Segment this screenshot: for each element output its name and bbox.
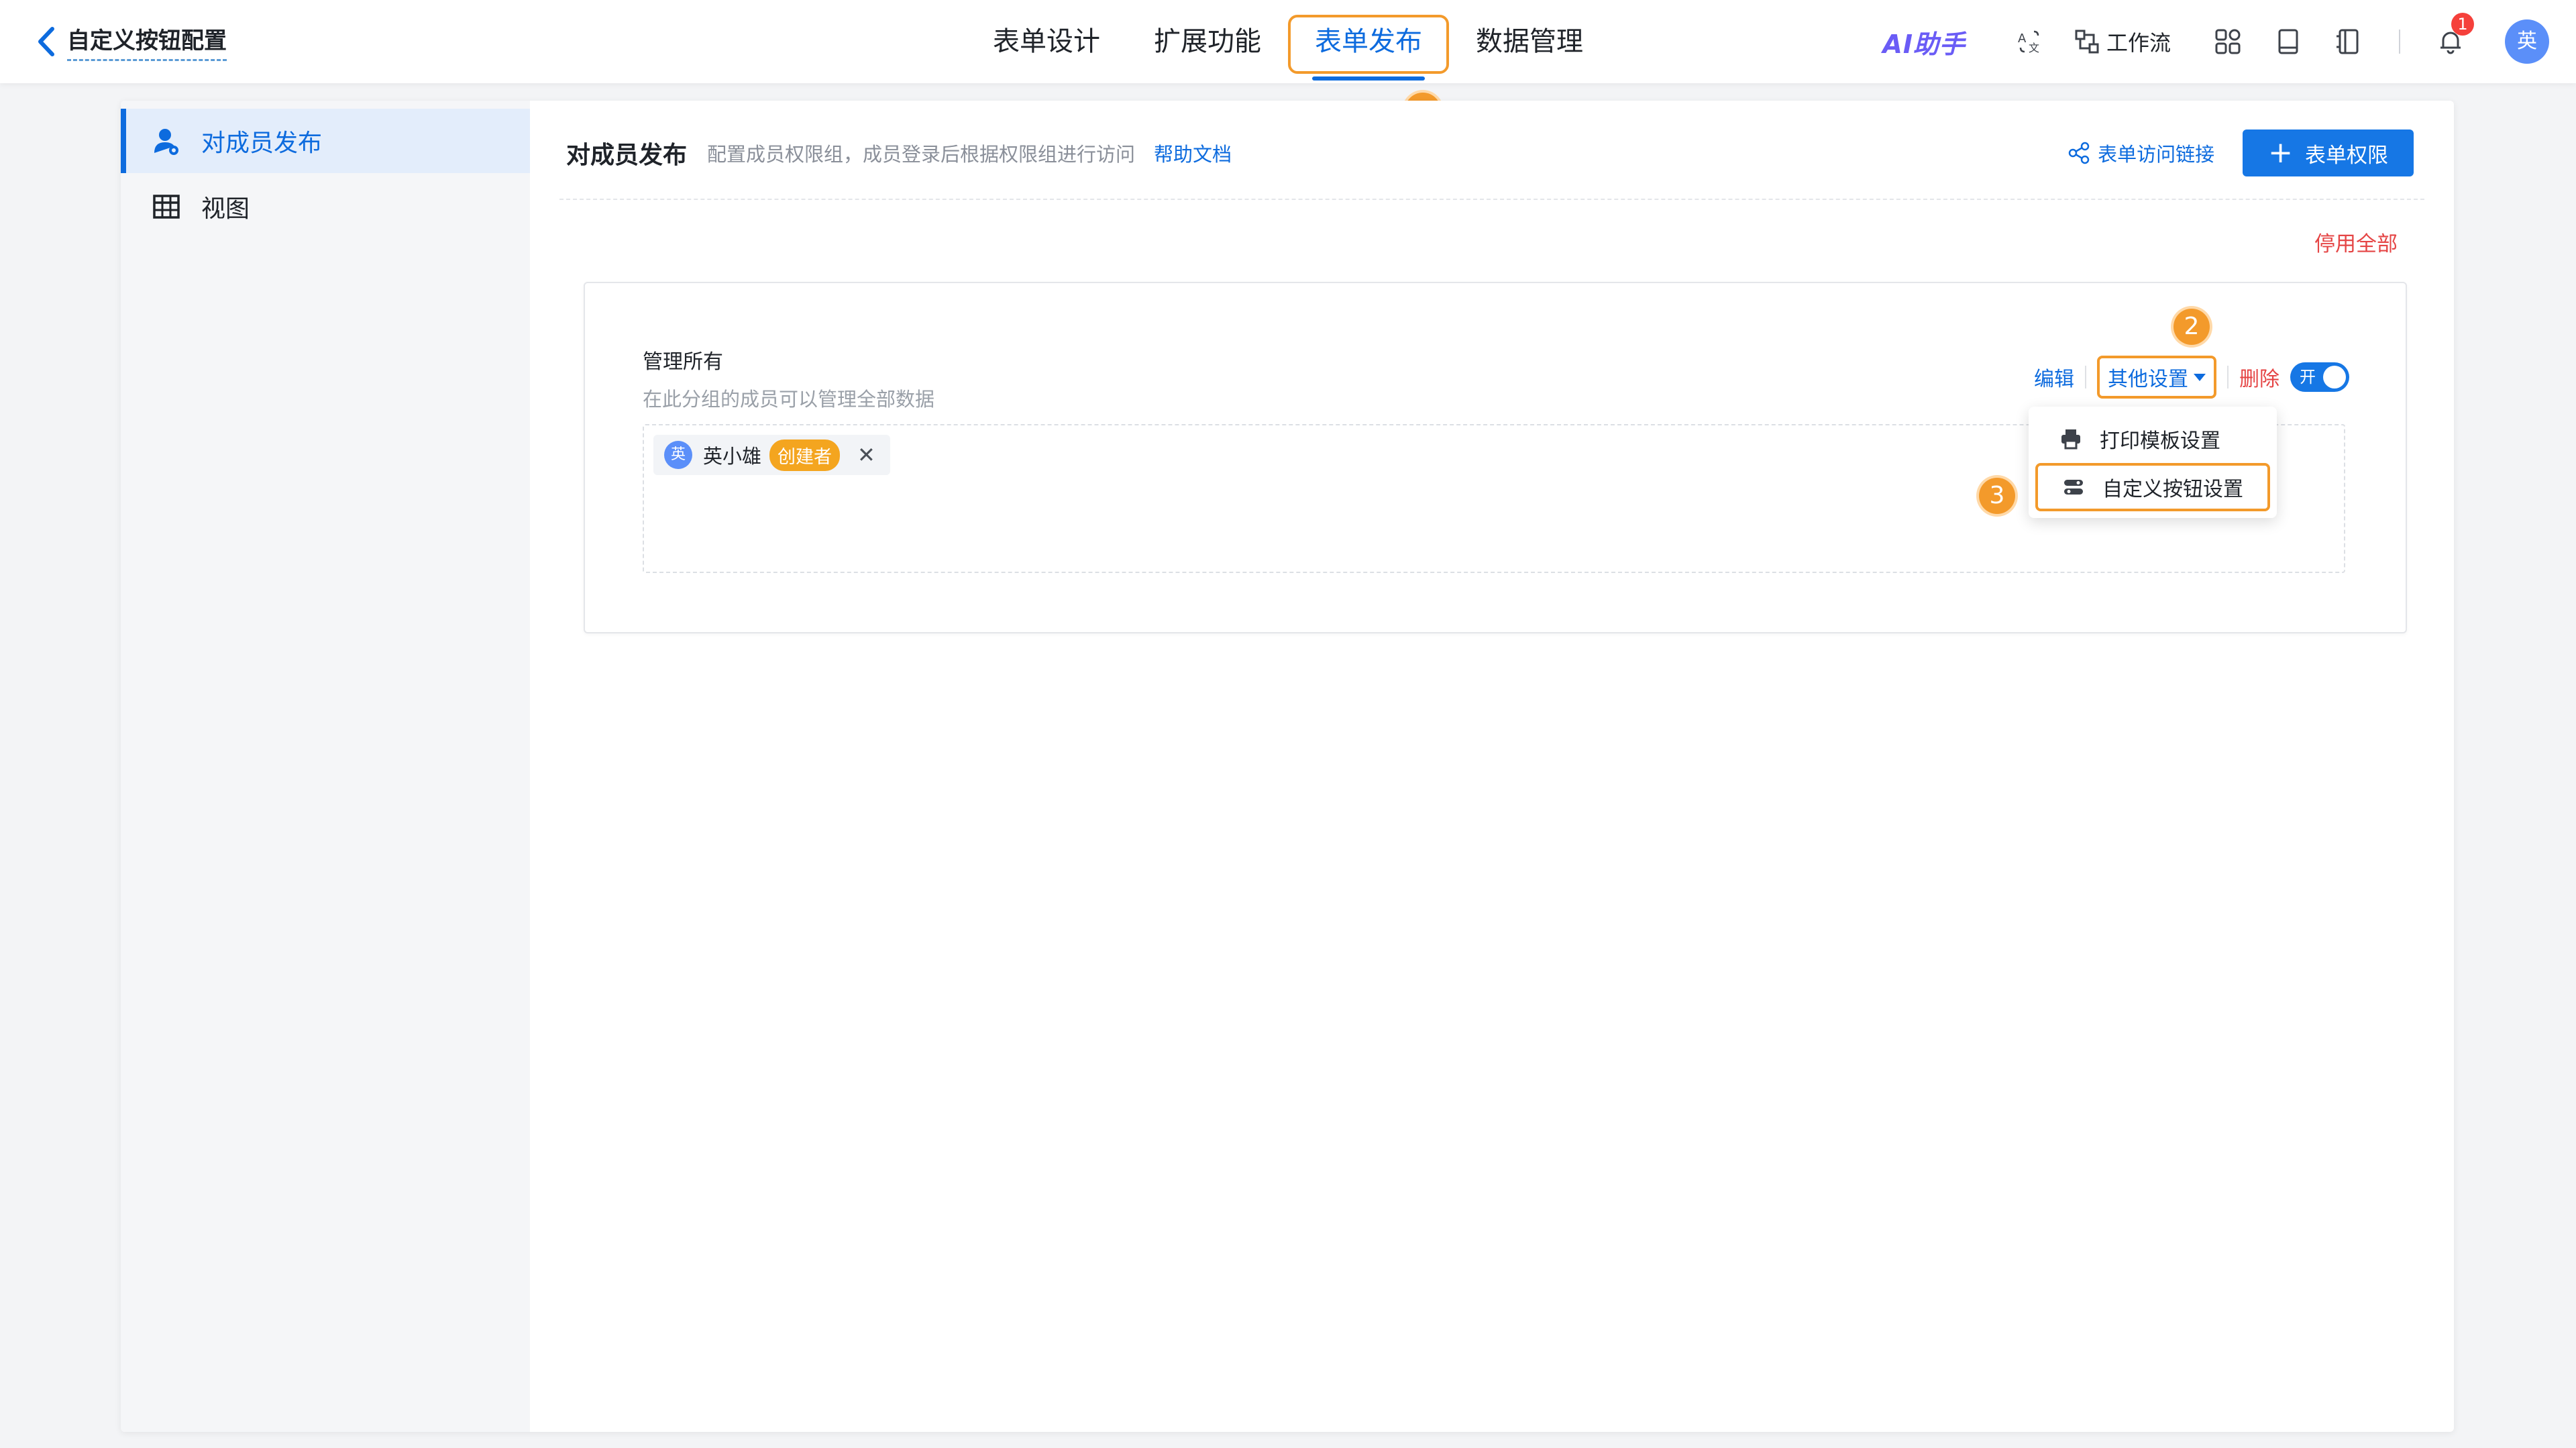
divider xyxy=(559,199,2424,200)
member-chip: 英 英小雄 创建者 ✕ xyxy=(653,435,890,475)
toggle-knob xyxy=(2323,366,2346,389)
notification-bell[interactable]: 1 xyxy=(2435,13,2474,57)
menu-item-custom-button-settings[interactable]: 自定义按钮设置 xyxy=(2035,463,2270,511)
ai-assistant-button[interactable]: AI助手 xyxy=(1882,23,1966,60)
printer-icon xyxy=(2061,429,2080,450)
group-actions: 编辑 其他设置 删除 开 xyxy=(2034,356,2349,399)
member-name: 英小雄 xyxy=(703,445,762,468)
sidebar-item-label: 视图 xyxy=(201,195,250,223)
disable-all-button[interactable]: 停用全部 xyxy=(2314,227,2398,257)
share-icon xyxy=(2068,142,2090,164)
back-button[interactable]: 自定义按钮配置 xyxy=(35,19,227,64)
notification-count-badge: 1 xyxy=(2451,13,2474,36)
caret-down-icon xyxy=(2194,373,2206,381)
step-marker-3: 3 xyxy=(1979,478,2015,514)
header-actions: 表单访问链接 + 表单权限 xyxy=(2067,130,2414,176)
header-tools: AI助手 A文 工作流 1 英 xyxy=(1882,0,2549,83)
tab-label: 数据管理 xyxy=(1476,26,1583,57)
notebook-icon[interactable] xyxy=(2333,26,2364,57)
creator-tag: 创建者 xyxy=(769,439,841,471)
tab-label: 扩展功能 xyxy=(1154,26,1261,57)
workflow-label: 工作流 xyxy=(2106,30,2171,56)
divider xyxy=(2399,30,2400,54)
book-icon[interactable] xyxy=(2273,26,2304,57)
chevron-left-icon xyxy=(38,27,54,56)
section-description: 配置成员权限组，成员登录后根据权限组进行访问 xyxy=(707,143,1136,166)
avatar: 英 xyxy=(664,441,692,469)
table-icon xyxy=(153,195,180,219)
highlight-frame xyxy=(1288,15,1449,74)
main-tabs: 表单设计 扩展功能 表单发布 数据管理 xyxy=(966,0,1610,83)
divider xyxy=(2085,366,2086,389)
tab-form-design[interactable]: 表单设计 xyxy=(966,0,1127,83)
group-enable-toggle[interactable]: 开 xyxy=(2290,362,2349,392)
sidebar: 对成员发布 视图 xyxy=(121,101,530,1432)
step-marker-2: 2 xyxy=(2174,309,2210,345)
edit-button[interactable]: 编辑 xyxy=(2034,362,2074,392)
workflow-icon xyxy=(2075,30,2099,54)
workflow-button[interactable]: 工作流 xyxy=(2074,26,2171,57)
page-title: 自定义按钮配置 xyxy=(67,22,227,61)
menu-item-label: 自定义按钮设置 xyxy=(2102,478,2243,501)
close-icon[interactable]: ✕ xyxy=(857,442,875,468)
group-name: 管理所有 xyxy=(643,350,723,374)
main-panel: 对成员发布 视图 对成员发布 配置成员权限组，成员登录后根据权限组进行访问 帮助… xyxy=(121,101,2454,1432)
other-settings-dropdown[interactable]: 其他设置 xyxy=(2097,356,2216,399)
group-description: 在此分组的成员可以管理全部数据 xyxy=(643,388,935,411)
tab-form-publish[interactable]: 表单发布 xyxy=(1288,0,1449,83)
svg-text:文: 文 xyxy=(2029,42,2039,54)
active-tab-indicator xyxy=(1312,76,1425,81)
sidebar-item-publish-to-members[interactable]: 对成员发布 xyxy=(121,109,530,173)
other-settings-label: 其他设置 xyxy=(2108,368,2188,391)
toggle-label: 开 xyxy=(2300,368,2316,386)
delete-button[interactable]: 删除 xyxy=(2239,362,2279,392)
translate-icon[interactable]: A文 xyxy=(2014,26,2045,57)
form-permission-button[interactable]: + 表单权限 xyxy=(2243,130,2414,176)
share-link-label: 表单访问链接 xyxy=(2098,143,2215,166)
svg-text:A: A xyxy=(2018,32,2027,46)
sidebar-item-label: 对成员发布 xyxy=(201,130,323,157)
top-bar: 自定义按钮配置 表单设计 扩展功能 表单发布 数据管理 AI助手 A文 工作流 xyxy=(0,0,2576,83)
menu-item-label: 打印模板设置 xyxy=(2100,429,2220,453)
content-area: 对成员发布 配置成员权限组，成员登录后根据权限组进行访问 帮助文档 表单访问链接… xyxy=(530,101,2454,1432)
member-icon xyxy=(154,129,178,155)
tab-data-management[interactable]: 数据管理 xyxy=(1449,0,1610,83)
section-title: 对成员发布 xyxy=(566,142,688,169)
divider xyxy=(2227,366,2229,389)
section-header: 对成员发布 配置成员权限组，成员登录后根据权限组进行访问 帮助文档 表单访问链接… xyxy=(566,129,2414,177)
apps-grid-icon[interactable] xyxy=(2212,26,2243,57)
user-avatar[interactable]: 英 xyxy=(2505,19,2549,64)
help-docs-link[interactable]: 帮助文档 xyxy=(1154,139,1232,167)
tab-extensions[interactable]: 扩展功能 xyxy=(1127,0,1288,83)
plus-icon: + xyxy=(2268,136,2293,170)
button-label: 表单权限 xyxy=(2305,143,2388,168)
sidebar-item-view[interactable]: 视图 xyxy=(121,174,530,239)
menu-item-print-template[interactable]: 打印模板设置 xyxy=(2035,415,2270,463)
toggle-list-icon xyxy=(2064,480,2083,495)
form-access-link[interactable]: 表单访问链接 xyxy=(2067,139,2214,167)
tab-label: 表单设计 xyxy=(993,26,1100,57)
other-settings-menu: 打印模板设置 自定义按钮设置 xyxy=(2029,407,2277,518)
